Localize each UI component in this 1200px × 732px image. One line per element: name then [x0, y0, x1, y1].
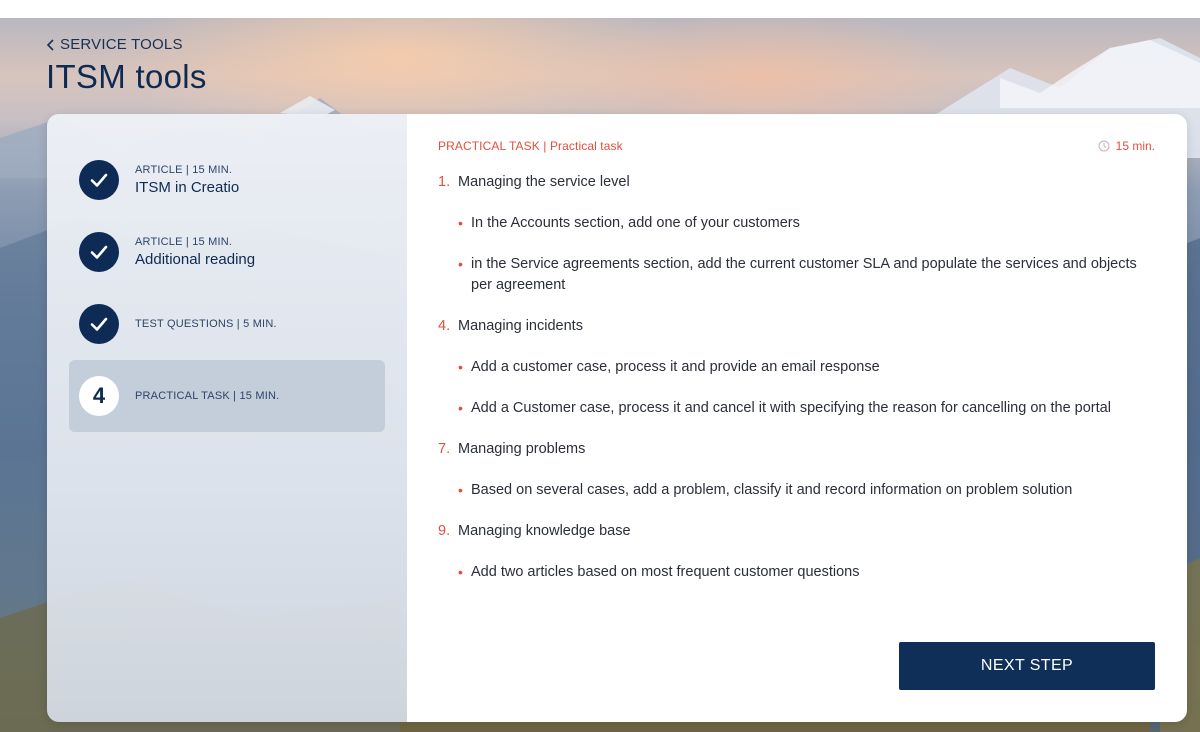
chevron-left-icon [46, 38, 54, 51]
task-item: 7. Managing problems • Based on several … [438, 439, 1155, 501]
step-item-3[interactable]: TEST QUESTIONS | 5 MIN. [69, 288, 385, 360]
task-title: Managing the service level [458, 174, 630, 190]
bullet-text: Add a customer case, process it and prov… [471, 359, 880, 375]
step-complete-badge [79, 160, 119, 200]
task-number: 9. [438, 523, 451, 539]
step-complete-badge [79, 304, 119, 344]
step-item-1[interactable]: ARTICLE | 15 MIN. ITSM in Creatio [69, 144, 385, 216]
task-bullet: • Add two articles based on most frequen… [438, 562, 1155, 583]
task-item: 4. Managing incidents • Add a customer c… [438, 316, 1155, 419]
task-bullet: • Add a Customer case, process it and ca… [438, 398, 1155, 419]
step-meta: ARTICLE | 15 MIN. [135, 236, 233, 248]
task-number: 7. [438, 441, 451, 457]
bullet-dot-icon: • [458, 482, 463, 498]
step-meta: ARTICLE | 15 MIN. [135, 164, 233, 176]
task-bullet: • In the Accounts section, add one of yo… [438, 213, 1155, 234]
bullet-text: Add a Customer case, process it and canc… [471, 400, 1111, 416]
task-number: 4. [438, 318, 451, 334]
checkmark-icon [90, 245, 108, 259]
step-item-2[interactable]: ARTICLE | 15 MIN. Additional reading [69, 216, 385, 288]
task-item: 1. Managing the service level • In the A… [438, 172, 1155, 296]
bullet-dot-icon: • [458, 400, 463, 416]
bullet-dot-icon: • [458, 359, 463, 375]
task-title: Managing knowledge base [458, 523, 631, 539]
duration-info: 15 min. [1098, 139, 1155, 153]
step-complete-badge [79, 232, 119, 272]
duration-text: 15 min. [1115, 139, 1155, 153]
step-title: ITSM in Creatio [135, 179, 240, 196]
task-number: 1. [438, 174, 451, 190]
page-title: ITSM tools [46, 58, 207, 95]
step-title: Additional reading [135, 251, 256, 268]
task-list: 1. Managing the service level • In the A… [438, 172, 1155, 583]
step-meta: TEST QUESTIONS | 5 MIN. [135, 318, 277, 330]
task-bullet: • in the Service agreements section, add… [438, 254, 1155, 296]
breadcrumb-back-link[interactable]: SERVICE TOOLS [46, 36, 183, 53]
task-title: Managing problems [458, 441, 586, 457]
steps-sidebar: ARTICLE | 15 MIN. ITSM in Creatio ARTICL… [47, 114, 407, 722]
bullet-text: Add two articles based on most frequent … [471, 564, 860, 580]
task-content: PRACTICAL TASK | Practical task 15 min. … [407, 114, 1187, 722]
task-type-label: PRACTICAL TASK | Practical task [438, 139, 623, 153]
checkmark-icon [90, 317, 108, 331]
breadcrumb-label: SERVICE TOOLS [60, 36, 183, 53]
task-bullet: • Add a customer case, process it and pr… [438, 357, 1155, 378]
bullet-text: in the Service agreements section, add t… [471, 256, 1137, 293]
clock-icon [1098, 140, 1110, 152]
bullet-dot-icon: • [458, 564, 463, 580]
next-step-button[interactable]: NEXT STEP [899, 642, 1155, 690]
bullet-dot-icon: • [458, 215, 463, 231]
course-card: ARTICLE | 15 MIN. ITSM in Creatio ARTICL… [47, 114, 1187, 722]
task-title: Managing incidents [458, 318, 583, 334]
step-meta: PRACTICAL TASK | 15 MIN. [135, 390, 280, 402]
bullet-dot-icon: • [458, 256, 463, 272]
bullet-text: Based on several cases, add a problem, c… [471, 482, 1073, 498]
task-item: 9. Managing knowledge base • Add two art… [438, 521, 1155, 583]
checkmark-icon [90, 173, 108, 187]
step-number-badge: 4 [79, 376, 119, 416]
task-bullet: • Based on several cases, add a problem,… [438, 480, 1155, 501]
bullet-text: In the Accounts section, add one of your… [471, 215, 800, 231]
step-item-4-active[interactable]: 4 PRACTICAL TASK | 15 MIN. [69, 360, 385, 432]
